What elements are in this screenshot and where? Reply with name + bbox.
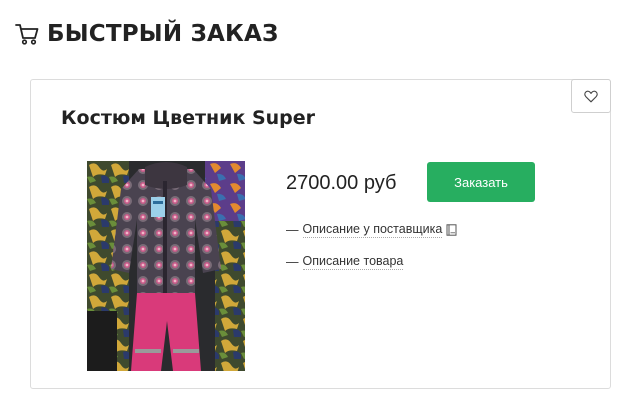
product-price: 2700.00 руб — [286, 172, 397, 194]
book-icon — [446, 224, 457, 236]
favorite-button[interactable] — [571, 79, 611, 113]
product-title: Костюм Цветник Super — [61, 107, 316, 129]
supplier-description-row: — Описание у поставщика — [286, 222, 457, 238]
product-card: Костюм Цветник Super 2700.00 руб Заказат… — [30, 79, 611, 389]
bullet-dash: — — [286, 223, 299, 237]
heart-icon — [584, 90, 598, 102]
product-photo[interactable] — [87, 161, 245, 371]
quick-order-header: БЫСТРЫЙ ЗАКАЗ — [14, 18, 279, 50]
bullet-dash: — — [286, 255, 299, 269]
product-description-row: — Описание товара — [286, 254, 404, 270]
cart-icon — [15, 24, 39, 45]
supplier-description-link[interactable]: Описание у поставщика — [302, 222, 443, 238]
product-description-link[interactable]: Описание товара — [302, 254, 404, 270]
order-button[interactable]: Заказать — [427, 162, 535, 202]
page-title: БЫСТРЫЙ ЗАКАЗ — [47, 21, 279, 47]
